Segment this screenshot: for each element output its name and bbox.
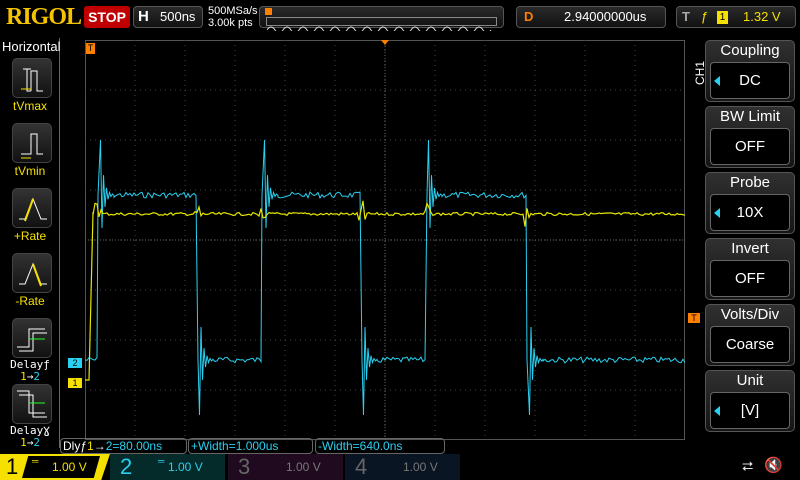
position-marker-icon xyxy=(265,8,272,15)
ch4-scale: 1.00 V xyxy=(403,460,438,474)
bw-limit-title: BW Limit xyxy=(720,108,780,125)
dc-coupling-icon: ═ xyxy=(158,456,165,466)
invert-menu[interactable]: Invert OFF xyxy=(705,238,795,300)
invert-value: OFF xyxy=(735,270,765,287)
ch2-offset-marker[interactable]: 2 xyxy=(68,358,82,368)
trigger-position-marker[interactable]: T xyxy=(86,43,95,54)
delay-fall-label: DelayƔ 1→2 xyxy=(0,425,60,449)
ch1-offset-marker[interactable]: 1 xyxy=(68,378,82,388)
unit-title: Unit xyxy=(736,372,764,389)
invert-title: Invert xyxy=(731,240,769,257)
unit-value: [V] xyxy=(740,402,760,419)
meas-value: =80.00ns xyxy=(112,439,163,453)
select-arrow-icon xyxy=(714,406,720,416)
acquisition-info: 500MSa/s 3.00k pts xyxy=(208,5,258,29)
ch2-number: 2 xyxy=(120,454,133,479)
tvmin-button[interactable] xyxy=(12,123,52,163)
coupling-menu[interactable]: Coupling DC xyxy=(705,40,795,102)
delay-value: 2.94000000us xyxy=(564,9,647,24)
trigger-level: 1.32 V xyxy=(743,9,781,24)
ch1-status[interactable]: 1 ═ 1.00 V xyxy=(0,454,110,480)
d-label: D xyxy=(524,9,534,24)
t-label: T xyxy=(682,9,690,24)
ch1-scale: 1.00 V xyxy=(52,460,87,474)
meas-arrow: → xyxy=(93,439,106,453)
sample-rate: 500MSa/s xyxy=(208,5,258,17)
ch2-status[interactable]: 2 ═ 1.00 V xyxy=(110,454,225,480)
waveform-display[interactable] xyxy=(85,40,685,440)
timebase-box[interactable]: H 500ns xyxy=(133,6,203,28)
probe-value: 10X xyxy=(736,204,764,221)
select-arrow-icon xyxy=(714,76,720,86)
src-a: 1 xyxy=(20,370,27,383)
delay-fall-button[interactable] xyxy=(12,384,52,424)
coupling-value: DC xyxy=(739,72,761,89)
bw-limit-menu[interactable]: BW Limit OFF xyxy=(705,106,795,168)
trigger-source: 1 xyxy=(717,11,728,24)
tvmin-label: tVmin xyxy=(14,164,46,178)
delay-box[interactable]: D 2.94000000us xyxy=(516,6,666,28)
center-marker-icon xyxy=(381,40,389,45)
select-arrow-icon xyxy=(714,208,720,218)
menu-title: Horizontal xyxy=(2,39,61,54)
ch3-status[interactable]: 3 1.00 V xyxy=(228,454,343,480)
ch4-status[interactable]: 4 1.00 V xyxy=(345,454,460,480)
volts-div-title: Volts/Div xyxy=(720,306,780,323)
timebase-value: 500ns xyxy=(160,9,196,24)
meas-label: Dlyƒ xyxy=(63,439,88,453)
run-stop-status[interactable]: STOP xyxy=(84,6,130,28)
bw-limit-value: OFF xyxy=(735,138,765,155)
delay-rise-label: Delayƒ 1→2 xyxy=(0,359,60,383)
rise-rate-button[interactable] xyxy=(12,188,52,228)
rigol-logo: RIGOL xyxy=(6,4,82,30)
coupling-title: Coupling xyxy=(720,42,780,59)
trigger-box[interactable]: T ƒ 1 1.32 V xyxy=(676,6,796,28)
fall-rate-button[interactable] xyxy=(12,253,52,293)
ch3-number: 3 xyxy=(238,454,251,479)
probe-title: Probe xyxy=(729,174,771,191)
src-a: 1 xyxy=(20,436,27,449)
measurement-delay[interactable]: Dlyƒ1→2=80.00ns xyxy=(60,438,187,454)
tvmax-button[interactable] xyxy=(12,58,52,98)
volts-div-value: Coarse xyxy=(725,336,775,353)
ch2-scale: 1.00 V xyxy=(168,460,203,474)
fall-rate-label: -Rate xyxy=(15,294,45,308)
memory-depth: 3.00k pts xyxy=(208,17,253,29)
rising-edge-icon: ƒ xyxy=(701,9,709,24)
src-b: 2 xyxy=(33,370,40,383)
dc-coupling-icon: ═ xyxy=(32,456,39,466)
src-b: 2 xyxy=(33,436,40,449)
waveform-overview xyxy=(266,17,497,34)
h-label: H xyxy=(138,8,149,25)
horizontal-menu: Horizontal tVmax tVmin +Rate -Rate Delay… xyxy=(0,38,61,449)
unit-menu[interactable]: Unit [V] xyxy=(705,370,795,432)
measurement-neg-width[interactable]: -Width=640.0ns xyxy=(315,438,445,454)
ch3-scale: 1.00 V xyxy=(286,460,321,474)
meas-src-a: 1 xyxy=(87,439,94,453)
mute-icon[interactable]: 🔇 xyxy=(764,456,783,474)
usb-icon: ⮂ xyxy=(742,458,754,474)
rise-rate-label: +Rate xyxy=(13,229,47,243)
measurement-pos-width[interactable]: +Width=1.000us xyxy=(188,438,313,454)
memory-overview[interactable] xyxy=(259,6,504,34)
ch1-number: 1 xyxy=(6,454,19,479)
trigger-level-marker[interactable]: T xyxy=(688,313,700,323)
ch4-number: 4 xyxy=(355,454,368,479)
probe-menu[interactable]: Probe 10X xyxy=(705,172,795,234)
delay-rise-button[interactable] xyxy=(12,318,52,358)
tvmax-label: tVmax xyxy=(12,99,47,113)
volts-div-menu[interactable]: Volts/Div Coarse xyxy=(705,304,795,366)
